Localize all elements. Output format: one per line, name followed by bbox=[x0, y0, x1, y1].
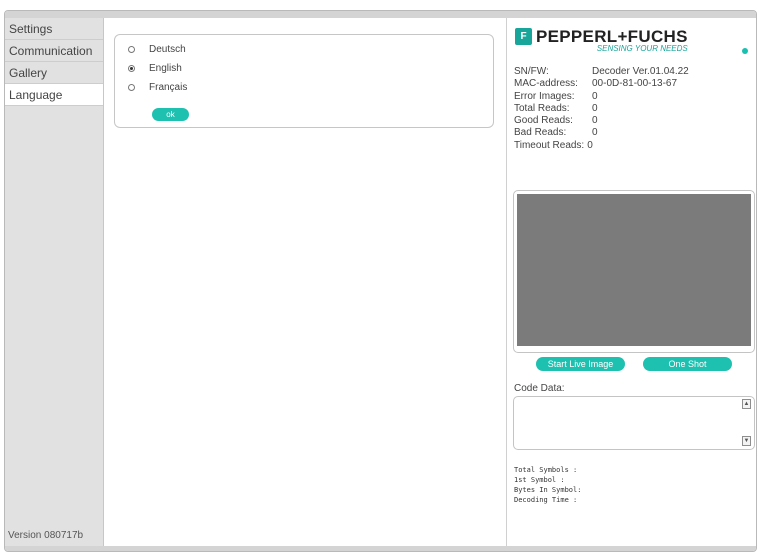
info-row-timeout-reads: Timeout Reads: 0 bbox=[514, 140, 689, 152]
info-value: 0 bbox=[592, 115, 598, 127]
info-label: Timeout Reads: bbox=[514, 139, 585, 151]
info-row-good-reads: Good Reads: 0 bbox=[514, 115, 689, 127]
start-live-image-button[interactable]: Start Live Image bbox=[536, 357, 625, 371]
language-option-francais[interactable]: Français bbox=[128, 80, 187, 94]
sidebar-item-communication[interactable]: Communication bbox=[5, 40, 103, 62]
info-label: MAC-address: bbox=[514, 78, 578, 90]
info-row-bad-reads: Bad Reads: 0 bbox=[514, 127, 689, 139]
info-value: 0 bbox=[592, 102, 598, 114]
scroll-down-icon[interactable]: ▼ bbox=[742, 436, 751, 446]
info-label: SN/FW: bbox=[514, 66, 549, 77]
language-option-label: Français bbox=[149, 81, 188, 93]
info-label: Error Images: bbox=[514, 90, 575, 102]
sidebar: Settings Communication Gallery Language … bbox=[5, 18, 104, 546]
info-row-error-images: Error Images: 0 bbox=[514, 91, 689, 103]
language-panel: Deutsch English Français ok bbox=[104, 18, 506, 546]
info-value: 0 bbox=[592, 127, 598, 139]
info-label: Good Reads: bbox=[514, 115, 573, 127]
decode-stats: Total Symbols : 1st Symbol : Bytes In Sy… bbox=[514, 465, 581, 505]
sidebar-item-gallery[interactable]: Gallery bbox=[5, 62, 103, 84]
code-data-textarea[interactable]: ▲ ▼ bbox=[513, 396, 755, 450]
bottom-bar bbox=[5, 546, 756, 551]
language-option-label: English bbox=[149, 62, 182, 74]
brand-logo: F PEPPERL+FUCHS SENSING YOUR NEEDS bbox=[515, 27, 688, 53]
ok-button[interactable]: ok bbox=[152, 108, 189, 121]
radio-button[interactable] bbox=[128, 45, 135, 53]
language-option-label: Deutsch bbox=[149, 43, 186, 55]
stat-total-symbols: Total Symbols : bbox=[514, 466, 578, 474]
stat-first-symbol: 1st Symbol : bbox=[514, 476, 565, 484]
status-indicator-icon bbox=[742, 48, 748, 54]
image-preview-frame bbox=[513, 190, 755, 353]
status-panel: F PEPPERL+FUCHS SENSING YOUR NEEDS SN/FW… bbox=[506, 18, 756, 546]
app-frame: Settings Communication Gallery Language … bbox=[4, 10, 757, 552]
info-value: 00-0D-81-00-13-67 bbox=[592, 78, 678, 90]
info-row-mac-address: MAC-address: 00-0D-81-00-13-67 bbox=[514, 78, 689, 90]
info-label: Total Reads: bbox=[514, 102, 570, 114]
info-label: Bad Reads: bbox=[514, 127, 567, 139]
one-shot-button[interactable]: One Shot bbox=[643, 357, 732, 371]
code-data-label: Code Data: bbox=[514, 383, 565, 394]
radio-button[interactable] bbox=[128, 83, 135, 91]
radio-button-checked[interactable] bbox=[128, 64, 135, 72]
info-row-sn-fw: SN/FW: Decoder Ver.01.04.22 bbox=[514, 66, 689, 78]
logo-icon: F bbox=[515, 28, 532, 45]
scroll-up-icon[interactable]: ▲ bbox=[742, 399, 751, 409]
info-row-total-reads: Total Reads: 0 bbox=[514, 103, 689, 115]
device-info: SN/FW: Decoder Ver.01.04.22 MAC-address:… bbox=[514, 66, 689, 152]
sidebar-item-settings[interactable]: Settings bbox=[5, 18, 103, 40]
stat-decoding-time: Decoding Time : bbox=[514, 496, 578, 504]
language-options-box: Deutsch English Français ok bbox=[114, 34, 494, 128]
sidebar-item-language[interactable]: Language bbox=[5, 84, 103, 106]
language-option-english[interactable]: English bbox=[128, 61, 182, 75]
version-label: Version 080717b bbox=[8, 530, 84, 541]
top-bar bbox=[5, 11, 756, 18]
info-value: Decoder Ver.01.04.22 bbox=[592, 66, 689, 77]
language-option-deutsch[interactable]: Deutsch bbox=[128, 42, 186, 56]
info-value: 0 bbox=[587, 139, 593, 151]
stat-bytes-in-symbol: Bytes In Symbol: bbox=[514, 486, 582, 494]
image-preview bbox=[517, 194, 751, 346]
info-value: 0 bbox=[592, 90, 598, 102]
